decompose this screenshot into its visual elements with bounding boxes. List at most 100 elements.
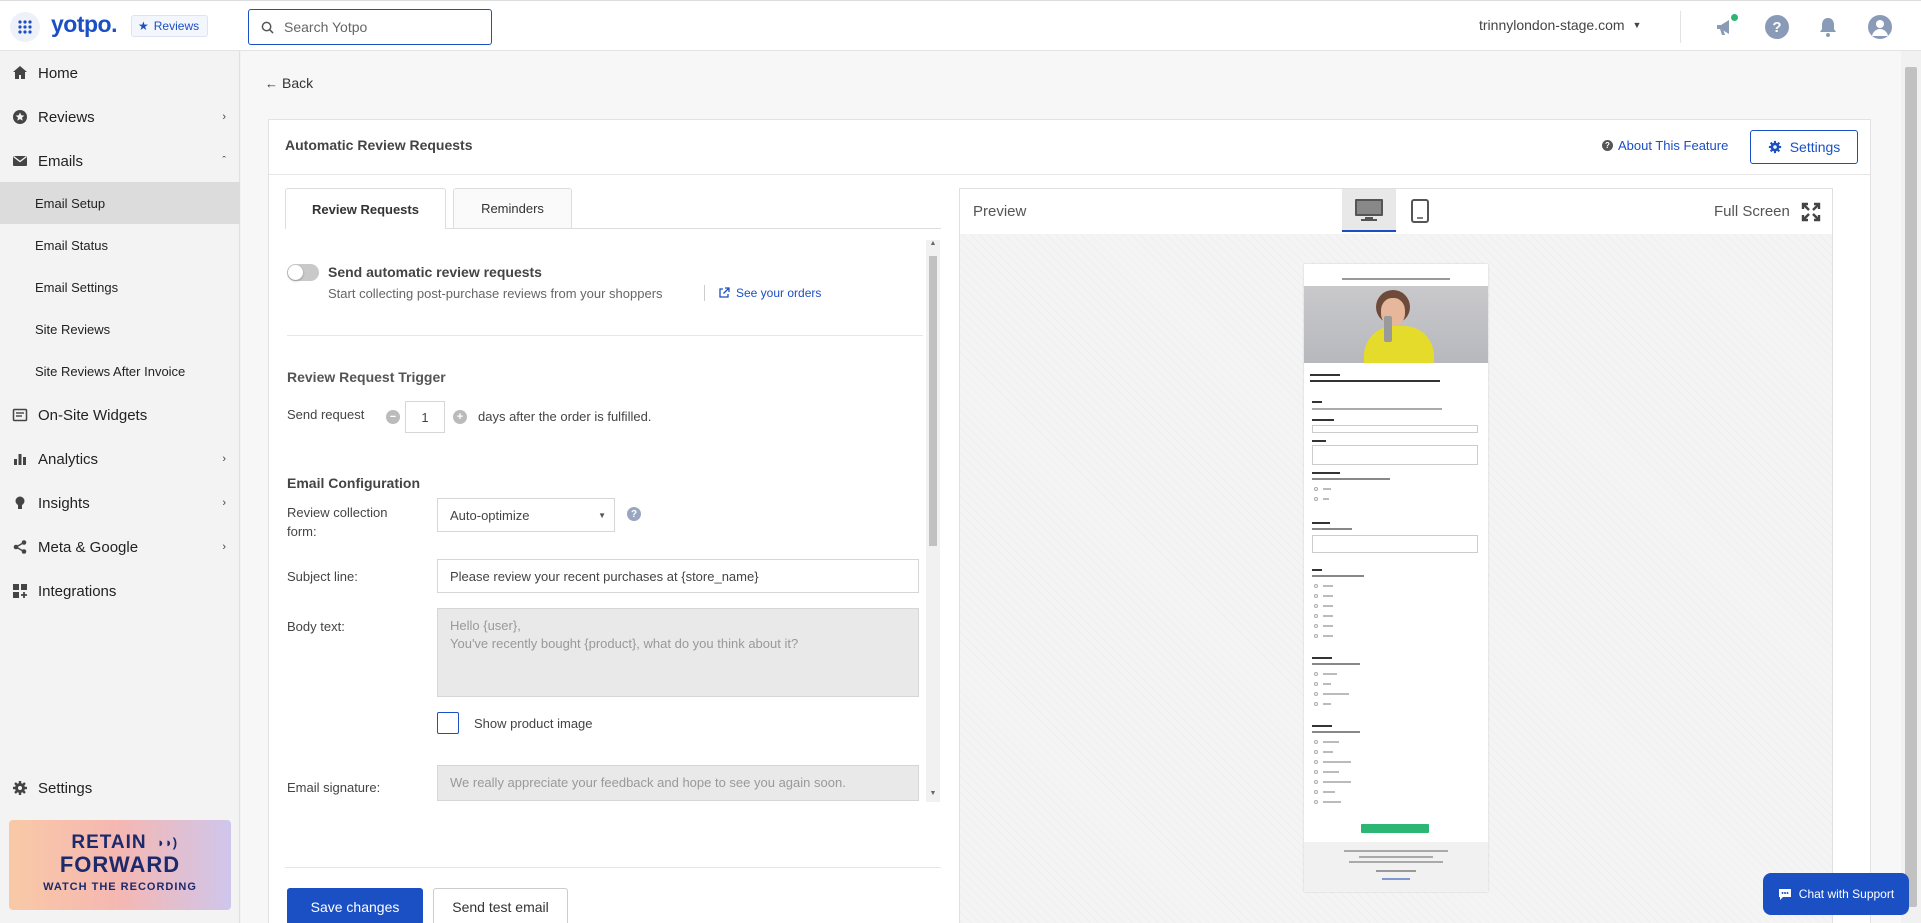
auto-request-toggle[interactable] bbox=[287, 264, 319, 281]
show-image-checkbox[interactable] bbox=[437, 712, 459, 734]
sidebar-item-reviews[interactable]: Reviews › bbox=[0, 99, 240, 135]
sidebar-item-label: Reviews bbox=[38, 108, 95, 126]
form-label: Review collection form: bbox=[287, 505, 388, 539]
increment-button[interactable]: + bbox=[453, 410, 467, 424]
announcements-icon[interactable] bbox=[1714, 13, 1739, 39]
mail-icon bbox=[13, 155, 27, 166]
desktop-icon bbox=[1355, 198, 1383, 221]
hero-image bbox=[1304, 286, 1488, 363]
sidebar-item-label: Integrations bbox=[38, 582, 117, 600]
caret-down-icon: ▼ bbox=[598, 510, 606, 520]
see-orders-link[interactable]: See your orders bbox=[718, 286, 821, 300]
sidebar-item-emails[interactable]: Emails ˆ bbox=[0, 143, 240, 179]
chat-with-support-button[interactable]: Chat with Support bbox=[1763, 873, 1909, 915]
sidebar-item-label: Analytics bbox=[38, 450, 99, 468]
sidebar: Home Reviews › Emails ˆ Email Setup Emai… bbox=[0, 51, 240, 923]
page-scrollbar[interactable] bbox=[1901, 51, 1921, 923]
yotpo-logo[interactable]: yotpo. bbox=[51, 11, 118, 38]
config-heading: Email Configuration bbox=[287, 475, 420, 491]
back-link[interactable]: ← Back bbox=[265, 75, 313, 91]
toggle-description: Start collecting post-purchase reviews f… bbox=[328, 286, 663, 301]
store-name: trinnylondon-stage.com bbox=[1479, 17, 1625, 33]
help-icon[interactable]: ? bbox=[1765, 15, 1789, 39]
sidebar-item-meta-google[interactable]: Meta & Google › bbox=[0, 529, 240, 565]
bell-icon[interactable] bbox=[1816, 15, 1840, 39]
automatic-review-requests-card: Automatic Review Requests ? About This F… bbox=[268, 119, 1871, 923]
settings-button-label: Settings bbox=[1789, 139, 1841, 155]
submit-review-mock-button bbox=[1361, 824, 1429, 833]
sidebar-item-label: On-Site Widgets bbox=[38, 406, 148, 424]
account-icon[interactable] bbox=[1868, 15, 1892, 39]
settings-button[interactable]: Settings bbox=[1750, 130, 1858, 164]
share-icon bbox=[13, 540, 27, 554]
sidebar-item-insights[interactable]: Insights › bbox=[0, 485, 240, 521]
arrow-left-icon: ← bbox=[265, 75, 278, 91]
preview-canvas bbox=[960, 234, 1832, 923]
fullscreen-label[interactable]: Full Screen bbox=[1714, 203, 1790, 220]
external-link-icon bbox=[719, 287, 730, 298]
product-badge[interactable]: ★ Reviews bbox=[131, 15, 209, 37]
apps-grid-icon[interactable] bbox=[10, 12, 40, 42]
days-input[interactable]: 1 bbox=[405, 401, 445, 433]
help-icon[interactable]: ? bbox=[627, 507, 641, 521]
chat-icon bbox=[1778, 889, 1791, 900]
desktop-view-button[interactable] bbox=[1342, 189, 1396, 232]
send-request-label: Send request bbox=[287, 407, 365, 422]
search-input[interactable]: Search Yotpo bbox=[284, 19, 367, 35]
sidebar-subitem-email-status[interactable]: Email Status bbox=[0, 224, 240, 266]
sidebar-item-label: Home bbox=[38, 64, 79, 82]
sidebar-subitem-email-setup[interactable]: Email Setup bbox=[0, 182, 240, 224]
question-circle-icon: ? bbox=[1602, 140, 1613, 151]
product-badge-label: Reviews bbox=[153, 19, 200, 33]
sidebar-subitem-site-reviews[interactable]: Site Reviews bbox=[0, 308, 240, 350]
star-icon: ★ bbox=[138, 19, 149, 33]
grid-plus-icon bbox=[13, 584, 27, 598]
subject-input[interactable]: Please review your recent purchases at {… bbox=[437, 559, 919, 593]
store-selector[interactable]: trinnylondon-stage.com ▼ bbox=[1479, 17, 1641, 33]
chevron-down-icon: ▼ bbox=[1632, 20, 1642, 30]
signature-input[interactable]: We really appreciate your feedback and h… bbox=[437, 765, 919, 801]
days-after-label: days after the order is fulfilled. bbox=[478, 409, 652, 424]
search-box[interactable]: Search Yotpo bbox=[248, 9, 492, 45]
card-title: Automatic Review Requests bbox=[285, 137, 473, 153]
sidebar-subitem-site-reviews-after-invoice[interactable]: Site Reviews After Invoice bbox=[0, 350, 240, 392]
body-textarea[interactable]: Hello {user}, You've recently bought {pr… bbox=[437, 608, 919, 697]
preview-panel: Preview Full Screen bbox=[959, 188, 1833, 923]
subject-label: Subject line: bbox=[287, 569, 358, 584]
chat-label: Chat with Support bbox=[1798, 887, 1895, 901]
chevron-right-icon: › bbox=[222, 453, 226, 465]
mobile-view-button[interactable] bbox=[1400, 189, 1440, 232]
promo-waves-icon: ◗◗) bbox=[157, 835, 178, 850]
tablet-icon bbox=[1411, 198, 1429, 223]
chevron-right-icon: › bbox=[222, 111, 226, 123]
tab-reminders[interactable]: Reminders bbox=[453, 188, 572, 228]
sidebar-item-label: Meta & Google bbox=[38, 538, 139, 556]
gear-icon bbox=[13, 781, 27, 795]
sidebar-item-settings[interactable]: Settings bbox=[0, 770, 240, 806]
promo-banner[interactable]: RETAIN ◗◗) FORWARD WATCH THE RECORDING bbox=[9, 820, 231, 910]
send-test-email-button[interactable]: Send test email bbox=[433, 888, 568, 923]
review-form-select[interactable]: Auto-optimize ▼ bbox=[437, 498, 615, 532]
about-feature-link[interactable]: ? About This Feature bbox=[1602, 138, 1728, 153]
sidebar-item-home[interactable]: Home bbox=[0, 55, 240, 91]
search-icon bbox=[261, 21, 274, 34]
email-preview bbox=[1304, 264, 1488, 892]
tab-label: Reminders bbox=[481, 201, 544, 216]
decrement-button[interactable]: − bbox=[386, 410, 400, 424]
subject-value: Please review your recent purchases at {… bbox=[450, 568, 759, 584]
sidebar-subitem-email-settings[interactable]: Email Settings bbox=[0, 266, 240, 308]
preview-label: Preview bbox=[973, 203, 1027, 220]
main-content: ← Back Automatic Review Requests ? About… bbox=[241, 51, 1901, 923]
show-image-label: Show product image bbox=[474, 716, 593, 731]
sidebar-item-onsite-widgets[interactable]: On-Site Widgets bbox=[0, 397, 240, 433]
sidebar-item-label: Insights bbox=[38, 494, 90, 512]
sidebar-item-integrations[interactable]: Integrations bbox=[0, 573, 240, 609]
form-scrollbar[interactable]: ▲ ▼ bbox=[926, 240, 940, 802]
expand-icon[interactable] bbox=[1801, 202, 1821, 222]
sidebar-item-analytics[interactable]: Analytics › bbox=[0, 441, 240, 477]
chevron-right-icon: › bbox=[222, 541, 226, 553]
top-bar: yotpo. ★ Reviews Search Yotpo trinnylond… bbox=[0, 0, 1921, 51]
save-changes-button[interactable]: Save changes bbox=[287, 888, 423, 923]
about-feature-label: About This Feature bbox=[1618, 138, 1729, 153]
tab-review-requests[interactable]: Review Requests bbox=[285, 188, 446, 229]
